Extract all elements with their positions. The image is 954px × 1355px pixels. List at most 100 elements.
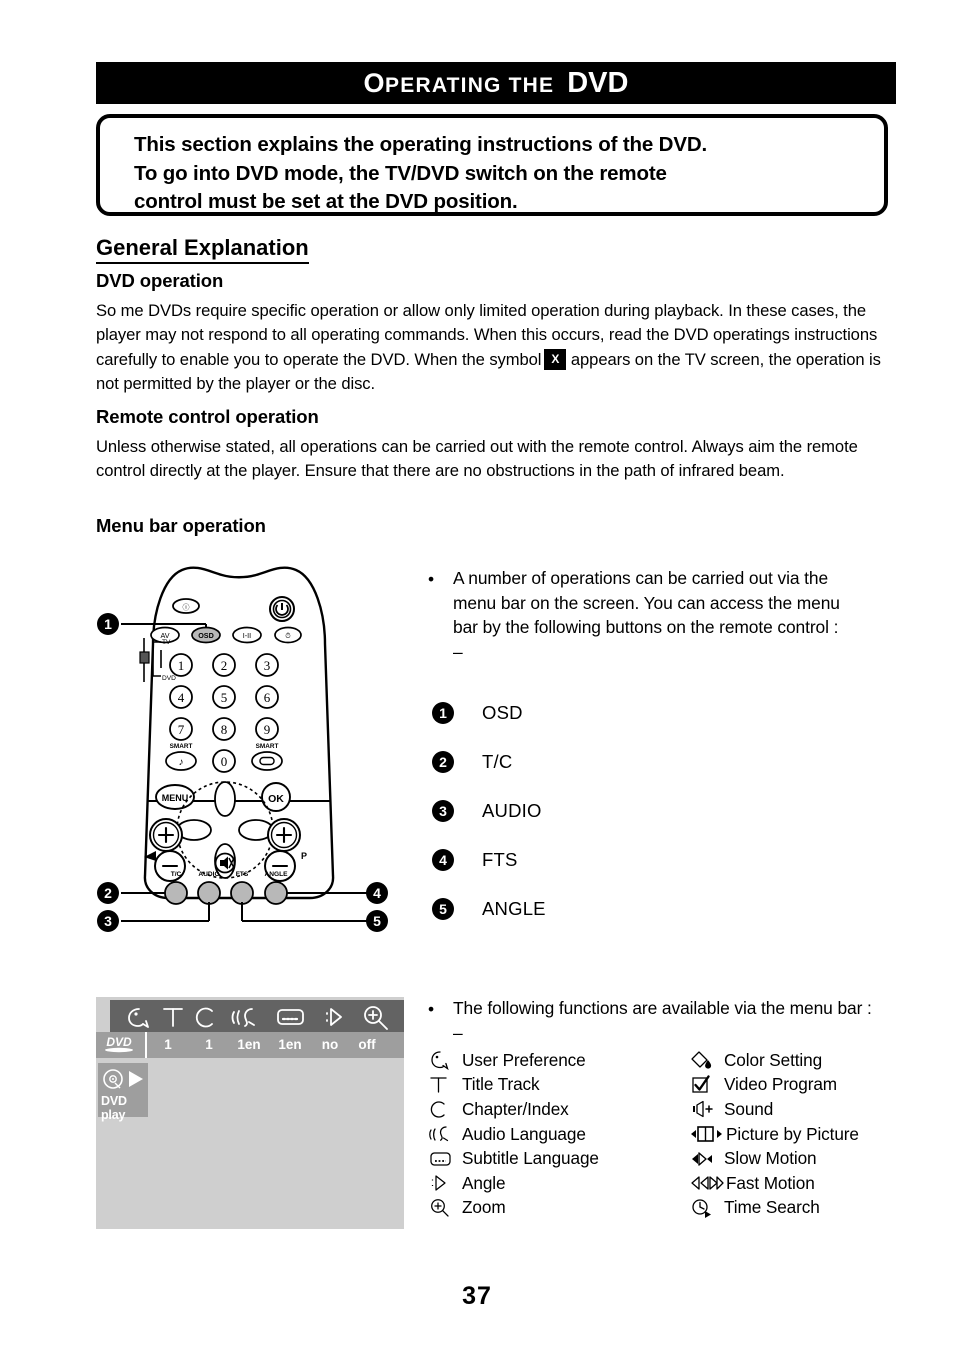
intro-line-1: This section explains the operating inst… (134, 133, 708, 156)
function-row-slow-motion: Slow Motion (690, 1146, 859, 1171)
function-row-sound: Sound (690, 1097, 859, 1122)
legend-row-osd: 1 OSD (432, 688, 732, 737)
function-row-video-program: Video Program (690, 1073, 859, 1098)
remote-callout-5: 5 (366, 910, 388, 932)
menu-value-title: 1 (164, 1037, 172, 1052)
function-row-angle: Angle (428, 1171, 690, 1196)
legend-number-4: 4 (432, 848, 454, 871)
svg-text:8: 8 (221, 722, 228, 737)
svg-text:3: 3 (264, 658, 271, 673)
svg-text:6: 6 (264, 690, 271, 705)
remote-program-label: P (301, 851, 307, 861)
subtitle-language-icon (277, 1009, 304, 1025)
legend-row-angle: 5 ANGLE (432, 884, 732, 933)
section-heading-general-explanation: General Explanation (96, 235, 309, 264)
header-title-initial: O (363, 67, 386, 98)
playback-status-text: DVD play (101, 1094, 127, 1122)
remote-control-illustration: ⓘ AV OSD I-II ⏱ TV DVD 1 2 3 4 5 6 7 8 9… (121, 566, 368, 922)
paragraph-remote-control: Unless otherwise stated, all operations … (96, 437, 858, 481)
svg-text:7: 7 (178, 722, 185, 737)
function-label-chapter-index: Chapter/Index (462, 1098, 569, 1119)
menu-value-subtitle: 1en (278, 1037, 302, 1052)
functions-column-right: Color Setting Video Program Sound Pictur… (690, 1048, 859, 1220)
remote-callout-2: 2 (97, 882, 119, 904)
function-label-time-search: Time Search (724, 1197, 820, 1218)
function-label-video-program: Video Program (724, 1074, 838, 1095)
menu-value-zoom: off (358, 1037, 376, 1052)
svg-text:4: 4 (178, 690, 185, 705)
menu-functions-list: User Preference Title Track Chapter/Inde… (428, 1048, 898, 1220)
function-row-zoom: Zoom (428, 1196, 690, 1221)
menu-bar-icons (128, 1006, 388, 1030)
legend-label-fts: FTS (482, 848, 518, 870)
svg-text:T/C: T/C (171, 871, 182, 878)
remote-fts-button (230, 881, 254, 905)
not-permitted-symbol: X (544, 348, 567, 371)
chapter-index-icon (428, 1098, 462, 1120)
subheading-dvd-operation: DVD operation (96, 270, 224, 291)
remote-angle-button (264, 881, 288, 905)
menu-value-audio: 1en (237, 1037, 261, 1052)
intro-line-2: To go into DVD mode, the TV/DVD switch o… (134, 161, 667, 185)
function-label-color-setting: Color Setting (724, 1049, 823, 1070)
time-search-icon (690, 1197, 724, 1219)
function-row-title-track: Title Track (428, 1073, 690, 1098)
legend-row-fts: 4 FTS (432, 835, 732, 884)
remote-callout-1: 1 (97, 613, 119, 635)
remote-audio-button (197, 881, 221, 905)
remote-subtitle-button: ⓘ (172, 598, 200, 614)
zoom-icon (428, 1197, 462, 1219)
function-row-user-preference: User Preference (428, 1048, 690, 1073)
svg-text:OK: OK (268, 793, 284, 805)
intro-line-3: control must be set at the DVD position. (134, 190, 518, 214)
legend-label-angle: ANGLE (482, 897, 546, 919)
page-header-banner: O PERATING THE DVD (96, 62, 896, 104)
tv-screen-mockup: DVD 1 1 1en 1en no off DVD play (96, 997, 404, 1229)
svg-text:⏱: ⏱ (285, 631, 291, 640)
menu-bar-button-legend: 1 OSD 2 T/C 3 AUDIO 4 FTS 5 ANGLE (432, 688, 732, 933)
intro-callout-box: This section explains the operating inst… (96, 114, 888, 216)
remote-smart-picture-button (251, 751, 283, 771)
menu-value-angle: no (321, 1037, 339, 1052)
user-preference-icon (128, 1008, 149, 1028)
header-title-small: PERATING THE (385, 73, 555, 97)
svg-text:SMART: SMART (170, 743, 193, 750)
svg-text:I-II: I-II (243, 631, 251, 640)
video-program-icon (690, 1074, 724, 1096)
function-row-audio-language: Audio Language (428, 1122, 690, 1147)
legend-number-3: 3 (432, 799, 454, 822)
title-track-icon (428, 1074, 462, 1096)
remote-control-diagram: ⓘ AV OSD I-II ⏱ TV DVD 1 2 3 4 5 6 7 8 9… (96, 558, 396, 950)
svg-text:2: 2 (221, 658, 228, 673)
functions-intro-text: The following functions are available vi… (453, 998, 872, 1043)
zoom-icon (364, 1006, 388, 1030)
dvd-logo-text: DVD (106, 1035, 132, 1049)
svg-text:OSD: OSD (198, 631, 214, 640)
functions-column-left: User Preference Title Track Chapter/Inde… (428, 1048, 690, 1220)
remote-tc-button (164, 881, 188, 905)
on-screen-menu-bar (110, 1000, 404, 1032)
menu-value-chapter: 1 (205, 1037, 213, 1052)
audio-language-icon (231, 1008, 255, 1027)
subheading-remote-control-operation: Remote control operation (96, 406, 319, 427)
function-row-picture-by-picture: Picture by Picture (690, 1122, 859, 1147)
page-number: 37 (462, 1282, 492, 1310)
play-icon (129, 1071, 143, 1087)
function-label-sound: Sound (724, 1098, 774, 1119)
remote-mute-button (214, 852, 236, 874)
svg-text:1: 1 (178, 658, 185, 673)
document-page: O PERATING THE DVD This section explains t… (0, 0, 954, 1355)
menu-bar-intro-text: A number of operations can be carried ou… (453, 568, 840, 663)
function-label-picture-by-picture: Picture by Picture (726, 1123, 859, 1144)
remote-callout-3: 3 (97, 910, 119, 932)
function-label-user-preference: User Preference (462, 1049, 586, 1070)
angle-icon (326, 1008, 342, 1026)
remote-tv-dvd-switch (139, 638, 162, 682)
function-label-zoom: Zoom (462, 1197, 506, 1218)
svg-text:AUDIO: AUDIO (198, 871, 219, 878)
angle-icon (428, 1172, 462, 1194)
fast-motion-icon (690, 1172, 726, 1194)
svg-text:9: 9 (264, 722, 271, 737)
legend-number-2: 2 (432, 750, 454, 773)
svg-text:♪: ♪ (179, 757, 184, 768)
